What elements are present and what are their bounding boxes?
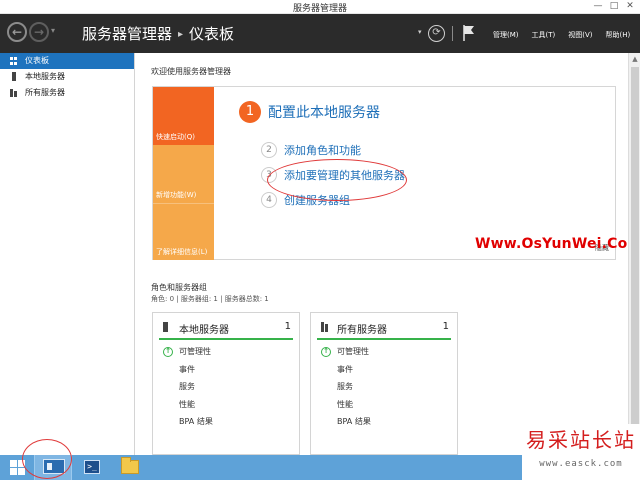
- site-url: www.easck.com: [539, 459, 623, 469]
- vertical-scrollbar[interactable]: ▲ ▼: [628, 53, 640, 455]
- dashboard-content: 欢迎使用服务器管理器 快速启动(Q) 新增功能(W) 了解详细信息(L) 1 配…: [136, 53, 640, 455]
- card-row-services[interactable]: 服务: [153, 378, 299, 396]
- card-row-bpa[interactable]: BPA 结果: [311, 413, 457, 431]
- taskbar-server-manager[interactable]: [34, 455, 72, 480]
- groups-summary: 角色: 0 | 服务器组: 1 | 服务器总数: 1: [151, 295, 269, 303]
- server-group-card-local[interactable]: 本地服务器 1 ↑ 可管理性 事件 服务 性能 BPA 结果: [152, 312, 300, 455]
- breadcrumb-root: 服务器管理器: [82, 25, 173, 43]
- card-row-performance[interactable]: 性能: [311, 396, 457, 414]
- history-dropdown-icon[interactable]: ▾: [51, 26, 55, 35]
- step-link[interactable]: 创建服务器组: [284, 192, 350, 208]
- servers-icon: [10, 89, 18, 97]
- windows-logo-icon: [10, 460, 25, 475]
- card-title: 所有服务器: [337, 325, 387, 336]
- notifications-flag-icon[interactable]: [462, 24, 476, 42]
- forward-button[interactable]: →: [29, 22, 49, 42]
- card-row-events[interactable]: 事件: [153, 361, 299, 379]
- card-row-label: 可管理性: [337, 347, 369, 356]
- card-title: 本地服务器: [179, 325, 229, 336]
- step-create-server-group[interactable]: 4 创建服务器组: [261, 192, 350, 208]
- card-count: 1: [284, 321, 291, 332]
- step-number: 1: [239, 101, 261, 123]
- tile-whats-new[interactable]: 新增功能(W): [153, 145, 214, 203]
- menu-tools[interactable]: 工具(T): [532, 30, 556, 40]
- taskbar-file-explorer[interactable]: [112, 455, 150, 480]
- notification-dropdown-icon[interactable]: ▾: [418, 28, 422, 36]
- card-row-bpa[interactable]: BPA 结果: [153, 413, 299, 431]
- minimize-button[interactable]: —: [590, 0, 606, 14]
- card-row-manageability[interactable]: ↑ 可管理性: [311, 343, 457, 361]
- window-title: 服务器管理器: [292, 4, 347, 14]
- status-ok-icon: ↑: [163, 347, 173, 357]
- step-link[interactable]: 添加角色和功能: [284, 142, 361, 158]
- welcome-heading: 欢迎使用服务器管理器: [151, 67, 231, 76]
- tile-label: 新增功能(W): [156, 191, 197, 199]
- watermark-text: Www.OsYunWei.Com: [475, 236, 640, 252]
- dashboard-icon: [10, 57, 18, 65]
- server-icon: [163, 322, 168, 332]
- tile-learn-more[interactable]: 了解详细信息(L): [153, 203, 214, 260]
- card-row-manageability[interactable]: ↑ 可管理性: [153, 343, 299, 361]
- card-row-services[interactable]: 服务: [311, 378, 457, 396]
- menu-manage[interactable]: 管理(M): [493, 30, 519, 40]
- menu-view[interactable]: 视图(V): [568, 30, 592, 40]
- step-number: 2: [261, 142, 277, 158]
- tile-label: 快速启动(Q): [156, 133, 195, 141]
- step-configure-local-server[interactable]: 1 配置此本地服务器: [239, 101, 380, 123]
- folder-icon: [121, 457, 139, 474]
- servers-icon: [321, 322, 330, 332]
- maximize-button[interactable]: □: [606, 0, 622, 14]
- breadcrumb-separator-icon: ▸: [178, 29, 184, 40]
- card-row-label: 可管理性: [179, 347, 211, 356]
- step-number: 3: [261, 167, 277, 183]
- tile-label: 了解详细信息(L): [156, 248, 208, 256]
- breadcrumb-current: 仪表板: [189, 25, 235, 43]
- card-count: 1: [442, 321, 449, 332]
- back-button[interactable]: ←: [7, 22, 27, 42]
- sidebar-item-local-server[interactable]: 本地服务器: [0, 69, 134, 85]
- card-header[interactable]: 本地服务器 1: [159, 313, 293, 340]
- sidebar-item-all-servers[interactable]: 所有服务器: [0, 85, 134, 101]
- taskbar-powershell[interactable]: >_: [74, 455, 112, 480]
- header-bar: ← → ▾ 服务器管理器 ▸ 仪表板 ▾ ⟳ 管理(M) 工具(T) 视图(V) 帮…: [0, 14, 640, 53]
- window-controls: — □ ✕: [590, 0, 638, 14]
- header-divider: [452, 26, 453, 41]
- groups-heading: 角色和服务器组: [151, 283, 207, 292]
- powershell-icon: >_: [84, 460, 100, 474]
- breadcrumb: 服务器管理器 ▸ 仪表板: [82, 23, 234, 44]
- site-name: 易采站长站: [526, 428, 636, 452]
- title-bar: 服务器管理器 — □ ✕: [0, 0, 640, 14]
- sidebar-item-dashboard[interactable]: 仪表板: [0, 53, 134, 69]
- card-header[interactable]: 所有服务器 1: [317, 313, 451, 340]
- step-link[interactable]: 配置此本地服务器: [268, 102, 380, 122]
- sidebar-item-label: 仪表板: [25, 56, 49, 65]
- tile-quick-start[interactable]: 快速启动(Q): [153, 87, 214, 145]
- site-watermark: 易采站长站 www.easck.com: [522, 424, 640, 480]
- step-add-roles-features[interactable]: 2 添加角色和功能: [261, 142, 361, 158]
- close-button[interactable]: ✕: [622, 0, 638, 14]
- step-add-servers[interactable]: 3 添加要管理的其他服务器: [261, 167, 405, 183]
- server-manager-icon: [43, 459, 65, 474]
- sidebar: 仪表板 本地服务器 所有服务器: [0, 53, 135, 455]
- start-button[interactable]: [0, 455, 38, 480]
- refresh-icon[interactable]: ⟳: [428, 25, 445, 42]
- header-menu: 管理(M) 工具(T) 视图(V) 帮助(H): [493, 30, 640, 40]
- step-number: 4: [261, 192, 277, 208]
- menu-help[interactable]: 帮助(H): [606, 30, 631, 40]
- scroll-thumb[interactable]: [631, 67, 639, 427]
- scroll-up-icon[interactable]: ▲: [629, 53, 640, 65]
- server-icon: [12, 72, 16, 81]
- step-link[interactable]: 添加要管理的其他服务器: [284, 167, 405, 183]
- sidebar-item-label: 本地服务器: [25, 72, 65, 81]
- server-group-card-all[interactable]: 所有服务器 1 ↑ 可管理性 事件 服务 性能 BPA 结果: [310, 312, 458, 455]
- status-ok-icon: ↑: [321, 347, 331, 357]
- welcome-panel: 快速启动(Q) 新增功能(W) 了解详细信息(L) 1 配置此本地服务器 2 添…: [152, 86, 640, 260]
- card-row-events[interactable]: 事件: [311, 361, 457, 379]
- sidebar-item-label: 所有服务器: [25, 88, 65, 97]
- card-row-performance[interactable]: 性能: [153, 396, 299, 414]
